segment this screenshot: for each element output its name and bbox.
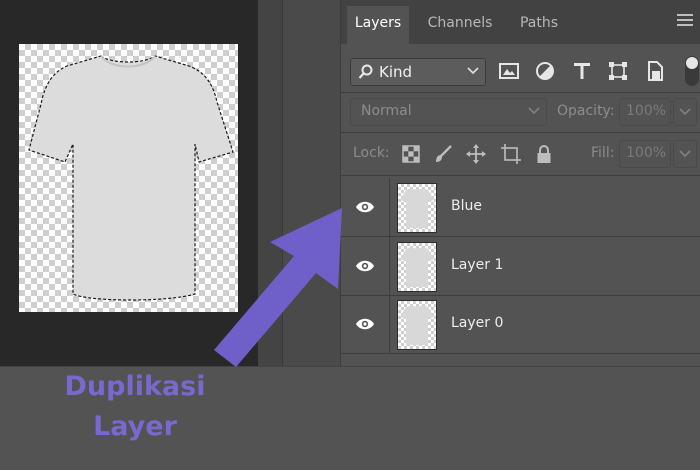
annotation-arrow [214,208,342,367]
